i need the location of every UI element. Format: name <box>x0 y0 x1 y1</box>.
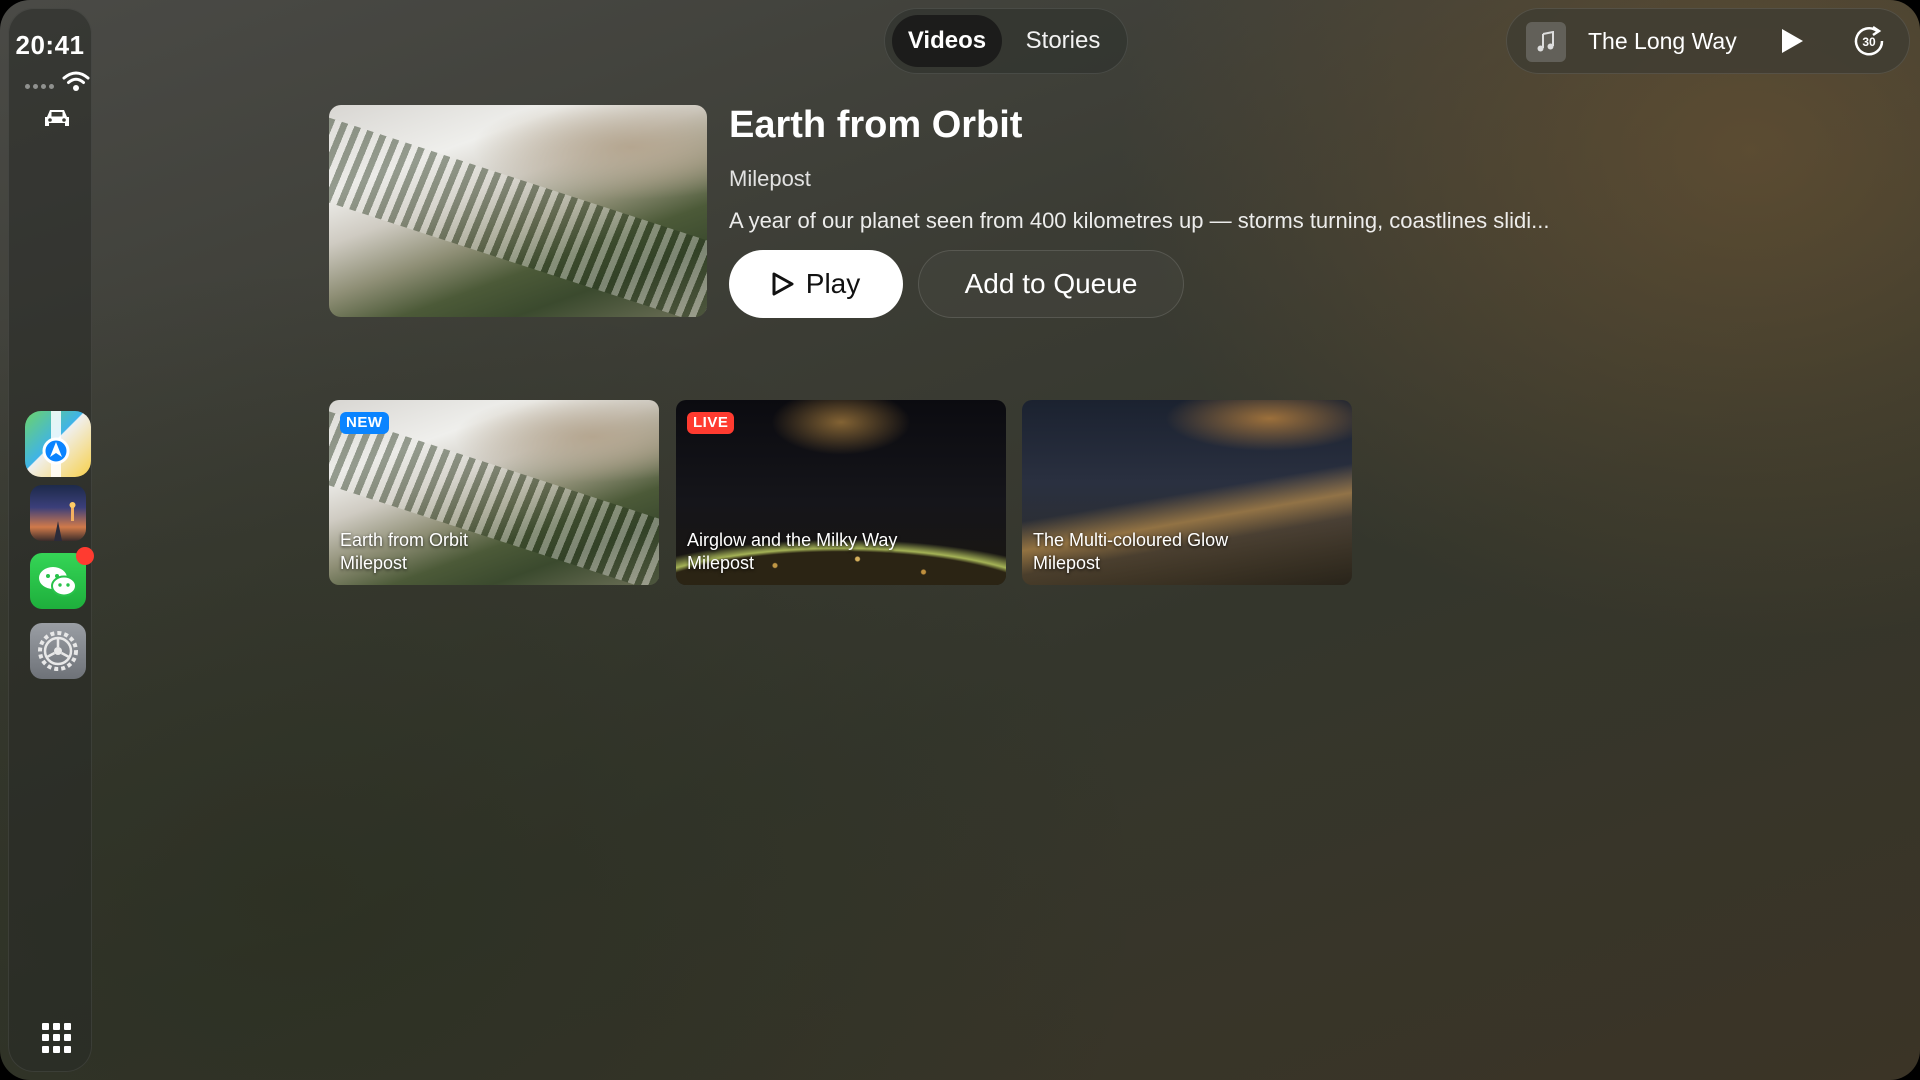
earth-thumbnail-image <box>329 105 707 317</box>
app-grid-icon[interactable] <box>42 1023 72 1053</box>
video-card[interactable]: LIVE Airglow and the Milky Way Milepost <box>676 400 1006 585</box>
notification-badge <box>76 547 94 565</box>
now-playing-title: The Long Way <box>1588 28 1737 54</box>
music-note-icon <box>1537 31 1554 52</box>
maps-app-icon[interactable] <box>25 411 91 477</box>
photos-app-icon[interactable] <box>30 485 86 541</box>
featured-title: Earth from Orbit <box>729 104 1023 146</box>
skip-seconds-label: 30 <box>1862 35 1876 49</box>
new-badge: NEW <box>340 412 389 434</box>
play-button[interactable]: Play <box>729 250 903 318</box>
video-title: Earth from Orbit <box>340 530 469 550</box>
gear-icon <box>38 631 78 671</box>
now-playing-widget[interactable]: The Long Way 30 <box>1506 8 1910 74</box>
featured-channel: Milepost <box>729 166 811 191</box>
status-clock: 20:41 <box>15 30 85 60</box>
video-channel: Milepost <box>340 553 408 573</box>
side-dock: 20:41 <box>8 8 94 1072</box>
wifi-icon <box>62 71 90 91</box>
play-button-label: Play <box>805 268 861 299</box>
play-icon[interactable] <box>1776 26 1806 56</box>
video-caption: Airglow and the Milky Way Milepost <box>687 529 897 575</box>
add-to-queue-button[interactable]: Add to Queue <box>918 250 1184 318</box>
maps-icon <box>42 411 70 477</box>
carplay-screen: 20:41 Videos Stories The Long Way 30 Ear… <box>0 0 1920 1080</box>
cellular-signal-icon <box>25 84 54 89</box>
skip-forward-30-icon[interactable]: 30 <box>1852 24 1886 58</box>
video-title: The Multi-coloured Glow <box>1033 530 1229 550</box>
video-channel: Milepost <box>687 553 755 573</box>
featured-thumbnail[interactable] <box>329 105 707 317</box>
car-icon <box>45 110 69 126</box>
add-to-queue-label: Add to Queue <box>964 268 1138 299</box>
live-badge: LIVE <box>687 412 735 434</box>
video-caption: Earth from Orbit Milepost <box>340 529 468 575</box>
video-caption: The Multi-coloured Glow Milepost <box>1033 529 1228 575</box>
featured-description: A year of our planet seen from 400 kilom… <box>729 208 1550 233</box>
play-icon <box>772 272 794 296</box>
video-title: Airglow and the Milky Way <box>687 530 898 550</box>
settings-app-icon[interactable] <box>30 623 86 679</box>
video-card[interactable]: NEW Earth from Orbit Milepost <box>329 400 659 585</box>
tab-stories[interactable]: Stories <box>1006 15 1120 67</box>
video-channel: Milepost <box>1033 553 1101 573</box>
sunset-road-icon <box>54 502 76 541</box>
messages-app-icon[interactable] <box>30 547 94 609</box>
album-art <box>1526 22 1566 62</box>
video-card[interactable]: The Multi-coloured Glow Milepost <box>1022 400 1352 585</box>
tab-videos[interactable]: Videos <box>892 15 1002 67</box>
content-tabs: Videos Stories <box>884 8 1128 74</box>
